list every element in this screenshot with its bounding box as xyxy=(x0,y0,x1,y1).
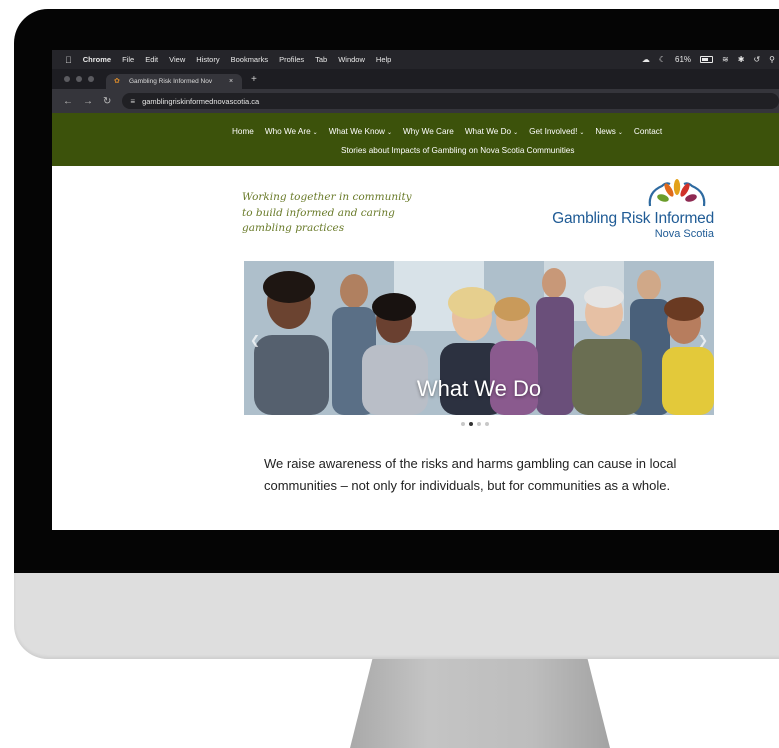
browser-toolbar: ← → ↻ ≡ gamblingriskinformednovascotia.c… xyxy=(52,89,779,113)
address-bar[interactable]: ≡ gamblingriskinformednovascotia.ca xyxy=(122,93,779,109)
nav-label: Contact xyxy=(633,127,663,136)
menu-app-name[interactable]: Chrome xyxy=(83,55,111,64)
battery-icon[interactable] xyxy=(700,56,714,63)
zoom-window-icon[interactable] xyxy=(88,76,94,82)
wifi-icon[interactable]: ≋ xyxy=(722,55,729,64)
nav-label: Get Involved! xyxy=(529,127,578,136)
nav-get-involved[interactable]: Get Involved! ⌄ xyxy=(529,127,584,136)
tagline-line: to build informed and caring xyxy=(242,206,395,219)
slider-dots xyxy=(461,422,489,426)
menu-file[interactable]: File xyxy=(122,55,134,64)
apple-icon[interactable]:  xyxy=(65,55,72,65)
menu-help[interactable]: Help xyxy=(376,55,391,64)
site-settings-icon[interactable]: ≡ xyxy=(130,97,135,106)
close-window-icon[interactable] xyxy=(64,76,70,82)
bluetooth-icon[interactable]: ✱ xyxy=(738,55,745,64)
nav-who-we-are[interactable]: Who We Are ⌄ xyxy=(265,127,318,136)
browser-tab[interactable]: ✿ Gambling Risk Informed Nov × xyxy=(106,74,242,89)
screen:  Chrome File Edit View History Bookmark… xyxy=(52,50,779,530)
slider-prev-icon[interactable]: ❮ xyxy=(250,333,260,347)
nav-home[interactable]: Home xyxy=(232,127,254,136)
menu-tab[interactable]: Tab xyxy=(315,55,327,64)
nav-label: Who We Are xyxy=(264,127,311,136)
address-url: gamblingriskinformednovascotia.ca xyxy=(142,96,260,106)
menu-history[interactable]: History xyxy=(196,55,219,64)
nav-contact[interactable]: Contact xyxy=(634,127,662,136)
slider-dot-active[interactable] xyxy=(469,422,473,426)
menu-bookmarks[interactable]: Bookmarks xyxy=(231,55,269,64)
nav-label: News xyxy=(595,127,616,136)
spotlight-search-icon[interactable]: ⚲ xyxy=(769,55,775,64)
nav-what-we-do[interactable]: What We Do ⌄ xyxy=(465,127,518,136)
nav-label: What We Know xyxy=(328,127,385,136)
menu-profiles[interactable]: Profiles xyxy=(279,55,304,64)
tagline-line: Working together in community xyxy=(242,191,412,203)
battery-percent: 61% xyxy=(675,55,692,64)
new-tab-button[interactable]: + xyxy=(251,74,257,85)
logo-subtitle: Nova Scotia xyxy=(654,228,714,240)
minimize-window-icon[interactable] xyxy=(76,76,82,82)
chevron-down-icon: ⌄ xyxy=(312,130,318,136)
nav-what-we-know[interactable]: What We Know ⌄ xyxy=(329,127,392,136)
hero-slider[interactable]: ❮ ❯ What We Do xyxy=(244,261,714,415)
tagline: Working together in community to build i… xyxy=(242,190,432,237)
chevron-down-icon: ⌄ xyxy=(386,130,392,136)
menu-view[interactable]: View xyxy=(169,55,185,64)
back-arrow-icon[interactable]: ← xyxy=(63,96,73,107)
hero-caption: What We Do xyxy=(416,376,542,401)
slider-dot[interactable] xyxy=(485,422,489,426)
chevron-down-icon: ⌄ xyxy=(513,130,519,136)
nav-news[interactable]: News ⌄ xyxy=(595,127,623,136)
site-logo[interactable]: Gambling Risk Informed Nova Scotia xyxy=(540,178,720,248)
chevron-down-icon: ⌄ xyxy=(617,130,623,136)
tagline-line: gambling practices xyxy=(242,222,345,234)
nav-why-we-care[interactable]: Why We Care xyxy=(403,127,454,136)
menu-edit[interactable]: Edit xyxy=(145,55,158,64)
intro-paragraph: We raise awareness of the risks and harm… xyxy=(264,456,677,493)
chevron-down-icon: ⌄ xyxy=(579,130,585,136)
slider-dot[interactable] xyxy=(477,422,481,426)
tab-strip: ✿ Gambling Risk Informed Nov × + xyxy=(52,69,779,89)
forward-arrow-icon[interactable]: → xyxy=(83,96,93,107)
status-area: ☁ ☾ 61% ≋ ✱ ↺ ⚲ xyxy=(642,50,775,69)
nav-label: What We Do xyxy=(464,127,512,136)
leaf-logo-icon xyxy=(648,179,706,207)
slider-next-icon[interactable]: ❯ xyxy=(698,333,708,347)
slider-dot[interactable] xyxy=(461,422,465,426)
menu-window[interactable]: Window xyxy=(338,55,365,64)
nav-stories-link[interactable]: Stories about Impacts of Gambling on Nov… xyxy=(341,146,574,155)
mac-menu-bar:  Chrome File Edit View History Bookmark… xyxy=(52,50,779,69)
reload-icon[interactable]: ↻ xyxy=(103,96,111,107)
window-controls xyxy=(64,76,94,82)
moon-icon[interactable]: ☾ xyxy=(659,55,666,64)
time-machine-icon[interactable]: ↺ xyxy=(753,55,760,64)
primary-menu: Home Who We Are ⌄ What We Know ⌄ Why We Ca… xyxy=(232,127,662,136)
nav-label: Why We Care xyxy=(403,127,454,136)
close-tab-icon[interactable]: × xyxy=(229,78,233,85)
logo-name: Gambling Risk Informed xyxy=(552,210,714,227)
monitor-stand xyxy=(350,655,610,748)
cloud-icon[interactable]: ☁ xyxy=(642,55,650,64)
site-favicon-icon: ✿ xyxy=(114,78,120,85)
tab-title: Gambling Risk Informed Nov xyxy=(129,78,213,85)
nav-label: Home xyxy=(232,127,254,136)
site-navigation: Home Who We Are ⌄ What We Know ⌄ Why We Ca… xyxy=(52,113,779,166)
